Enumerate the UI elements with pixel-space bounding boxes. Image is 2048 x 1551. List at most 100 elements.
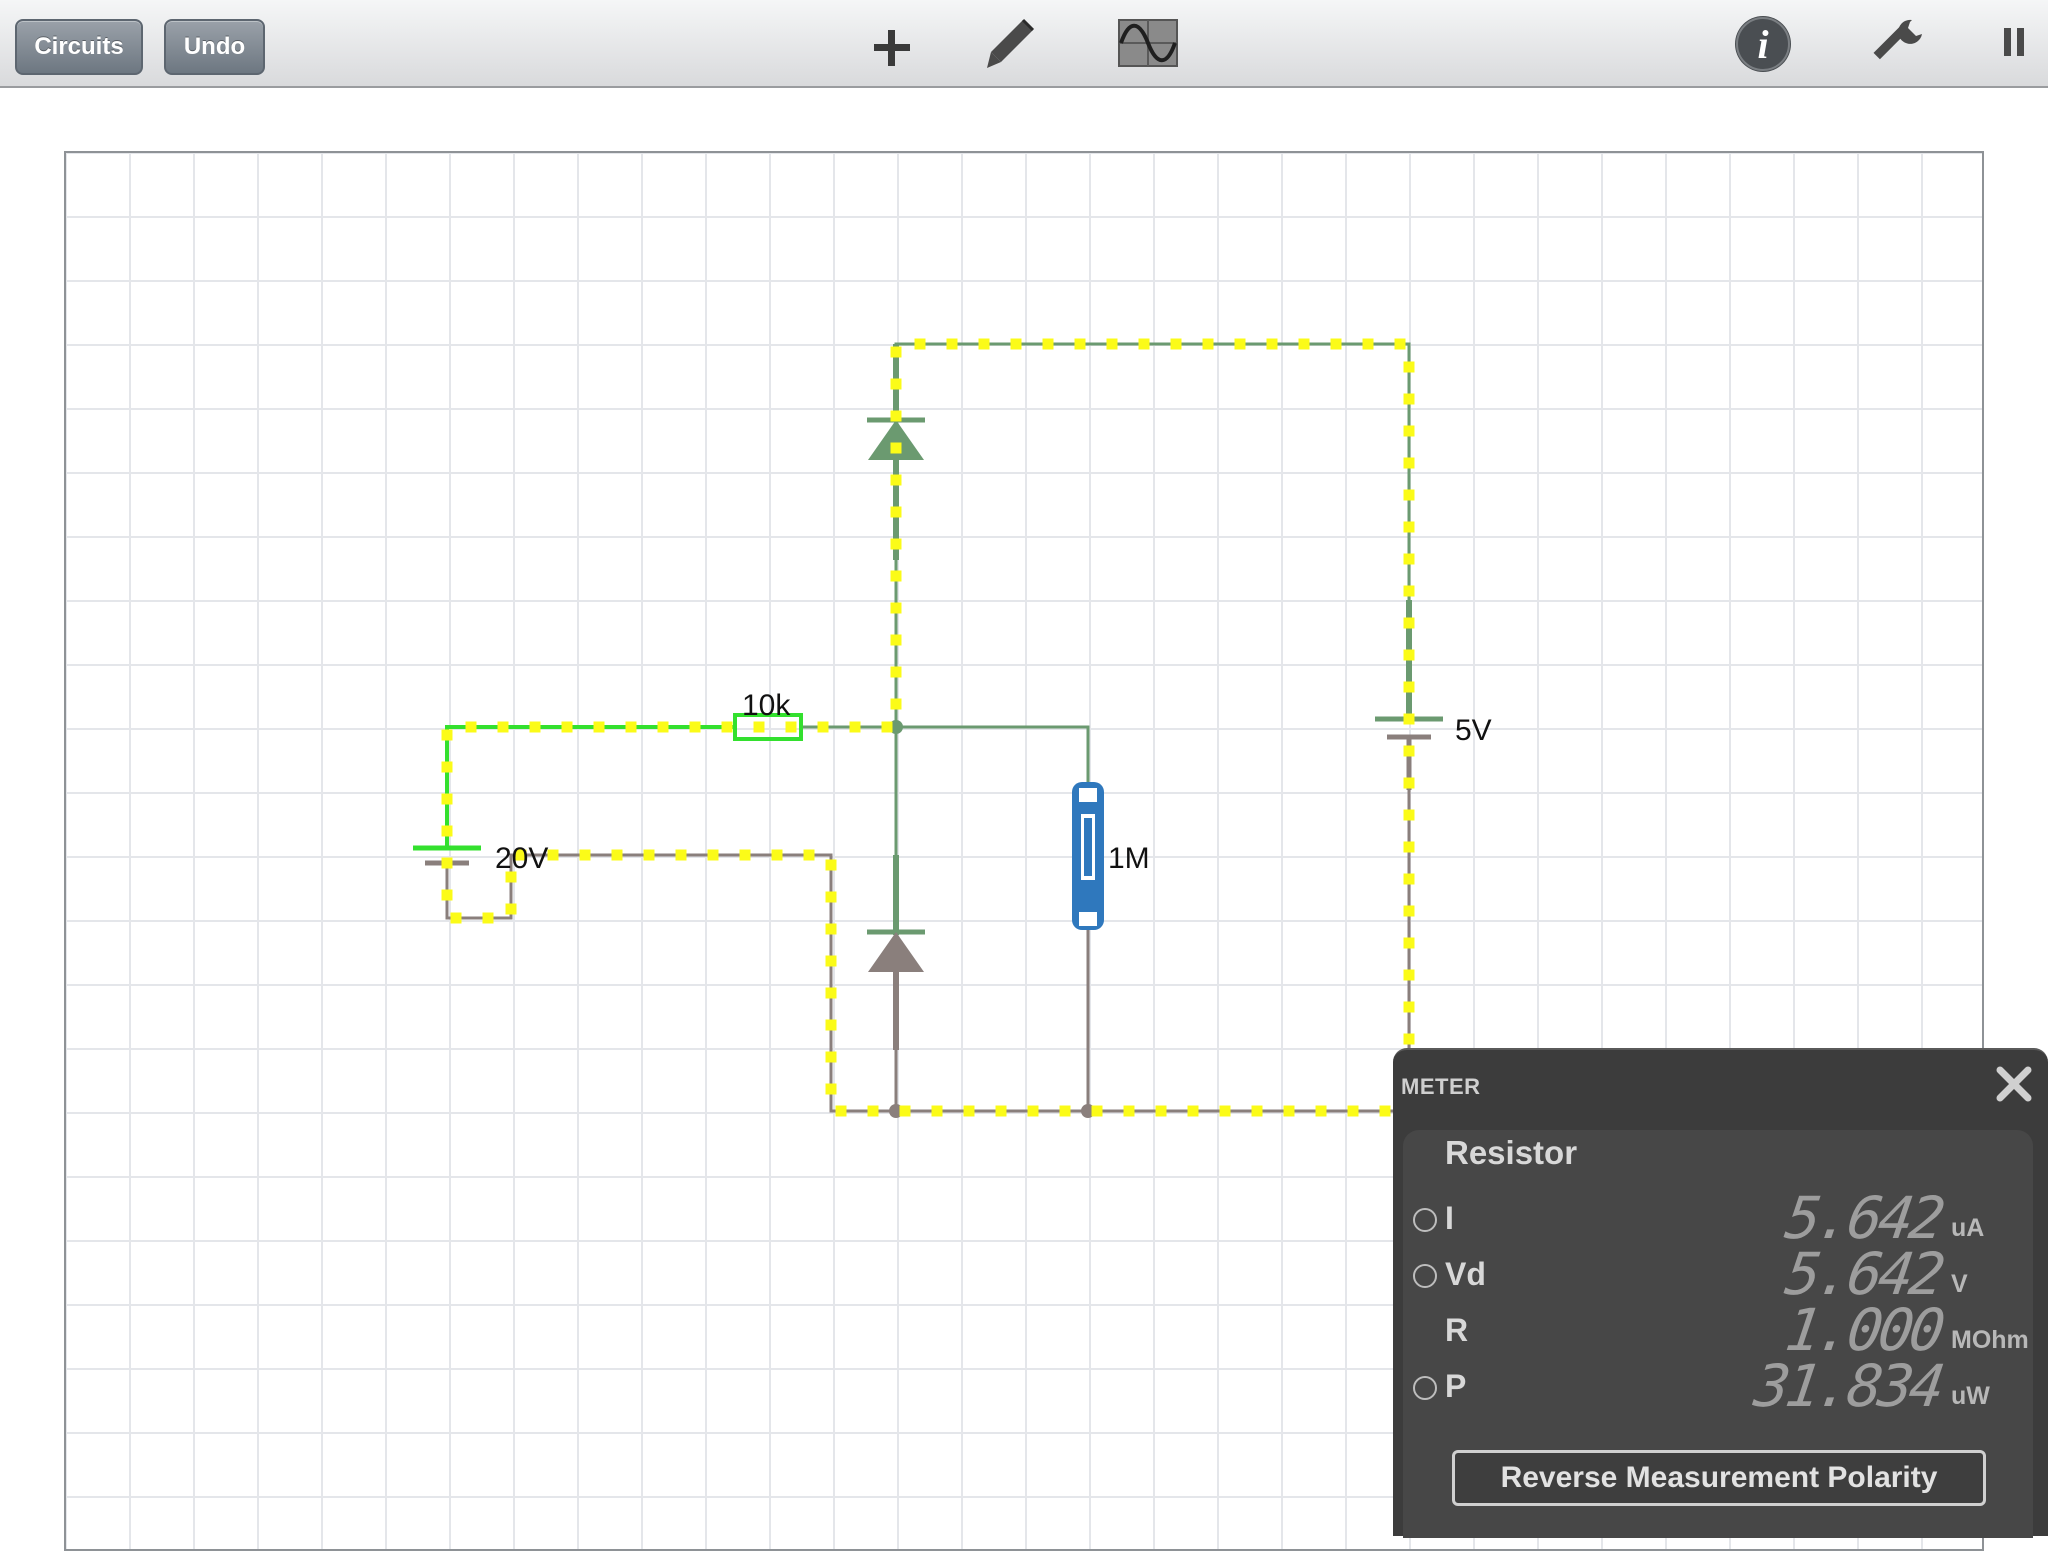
current-dot <box>1106 338 1118 350</box>
wires-gray <box>445 783 1411 1113</box>
current-dot <box>1403 969 1415 981</box>
current-dot <box>739 849 751 861</box>
current-dot <box>1202 338 1214 350</box>
current-dot <box>1403 361 1415 373</box>
meter-label: Vd <box>1445 1256 1486 1292</box>
current-dot <box>482 912 494 924</box>
current-dot <box>1315 1105 1327 1117</box>
close-icon[interactable] <box>1992 1062 2036 1106</box>
current-dot <box>1138 338 1150 350</box>
current-dot <box>890 698 902 710</box>
current-dot <box>1234 338 1246 350</box>
current-dot <box>657 721 669 733</box>
current-dot <box>1394 338 1406 350</box>
radio-voltage[interactable] <box>1413 1264 1437 1288</box>
meter-component-type: Resistor <box>1445 1134 1578 1171</box>
current-dot <box>465 721 477 733</box>
current-dot <box>890 538 902 550</box>
current-dot <box>890 442 902 454</box>
meter-unit: MOhm <box>1951 1326 2029 1354</box>
diode-lower[interactable] <box>867 929 925 972</box>
current-dot <box>441 889 453 901</box>
current-dot <box>625 721 637 733</box>
current-dot <box>441 793 453 805</box>
current-dot <box>995 1105 1007 1117</box>
meter-label: R <box>1445 1312 1469 1348</box>
current-dot <box>817 721 829 733</box>
current-dot <box>1403 617 1415 629</box>
current-dot <box>1403 425 1415 437</box>
current-dot <box>547 849 559 861</box>
current-dot <box>890 570 902 582</box>
current-dot <box>803 849 815 861</box>
current-dot <box>1283 1105 1295 1117</box>
junction-nodes <box>889 720 1095 1118</box>
current-dot <box>441 857 453 869</box>
current-dot <box>890 506 902 518</box>
current-dot <box>785 721 797 733</box>
current-dot <box>1403 873 1415 885</box>
current-dot <box>1266 338 1278 350</box>
current-dot <box>753 721 765 733</box>
current-dot <box>1403 585 1415 597</box>
meter-row-power: P 31.834 uW <box>1403 1352 2033 1420</box>
current-dot <box>1059 1105 1071 1117</box>
current-dot <box>890 346 902 358</box>
current-dot <box>1403 1001 1415 1013</box>
meter-unit: uA <box>1951 1214 1985 1242</box>
label-1m: 1M <box>1108 842 1150 875</box>
current-dot <box>914 338 926 350</box>
current-dot <box>1403 841 1415 853</box>
label-5v: 5V <box>1455 714 1492 747</box>
current-dot <box>1347 1105 1359 1117</box>
current-dot <box>1251 1105 1263 1117</box>
diode-upper[interactable] <box>867 417 925 460</box>
current-dot <box>1187 1105 1199 1117</box>
current-dot <box>1403 1033 1415 1045</box>
current-dot <box>825 1051 837 1063</box>
current-dot <box>1403 937 1415 949</box>
current-dot <box>867 1105 879 1117</box>
current-dot <box>1362 338 1374 350</box>
current-dot <box>1403 393 1415 405</box>
current-dot <box>1403 905 1415 917</box>
meter-title: METER <box>1401 1074 1481 1099</box>
meter-unit: uW <box>1951 1382 1990 1410</box>
current-dot <box>1042 338 1054 350</box>
label-20v: 20V <box>495 842 548 875</box>
current-dot <box>946 338 958 350</box>
current-dot <box>441 761 453 773</box>
current-dot <box>707 849 719 861</box>
radio-current[interactable] <box>1413 1208 1437 1232</box>
current-dot <box>1403 713 1415 725</box>
reverse-polarity-button[interactable]: Reverse Measurement Polarity <box>1452 1450 1986 1506</box>
current-dot <box>890 634 902 646</box>
current-dot <box>593 721 605 733</box>
current-dot <box>825 923 837 935</box>
current-dot <box>1091 1105 1103 1117</box>
current-dot <box>1123 1105 1135 1117</box>
current-dot <box>1403 489 1415 501</box>
current-dot <box>890 378 902 390</box>
current-dot <box>835 1105 847 1117</box>
meter-value: 31.834 <box>1750 1352 1946 1420</box>
resistor-1m[interactable] <box>1072 782 1104 930</box>
current-dot <box>890 410 902 422</box>
radio-power[interactable] <box>1413 1376 1437 1400</box>
current-dot <box>561 721 573 733</box>
current-dot <box>1403 681 1415 693</box>
current-dot <box>441 825 453 837</box>
meter-label: I <box>1445 1200 1454 1236</box>
current-dot <box>825 1019 837 1031</box>
current-dot <box>849 721 861 733</box>
current-dot <box>899 1105 911 1117</box>
current-dot <box>890 666 902 678</box>
current-dot <box>931 1105 943 1117</box>
current-dot <box>1403 649 1415 661</box>
current-dot <box>825 1083 837 1095</box>
current-dot <box>1403 809 1415 821</box>
current-dot <box>675 849 687 861</box>
wires-selected <box>445 725 735 848</box>
current-dot <box>579 849 591 861</box>
current-dot <box>1403 777 1415 789</box>
